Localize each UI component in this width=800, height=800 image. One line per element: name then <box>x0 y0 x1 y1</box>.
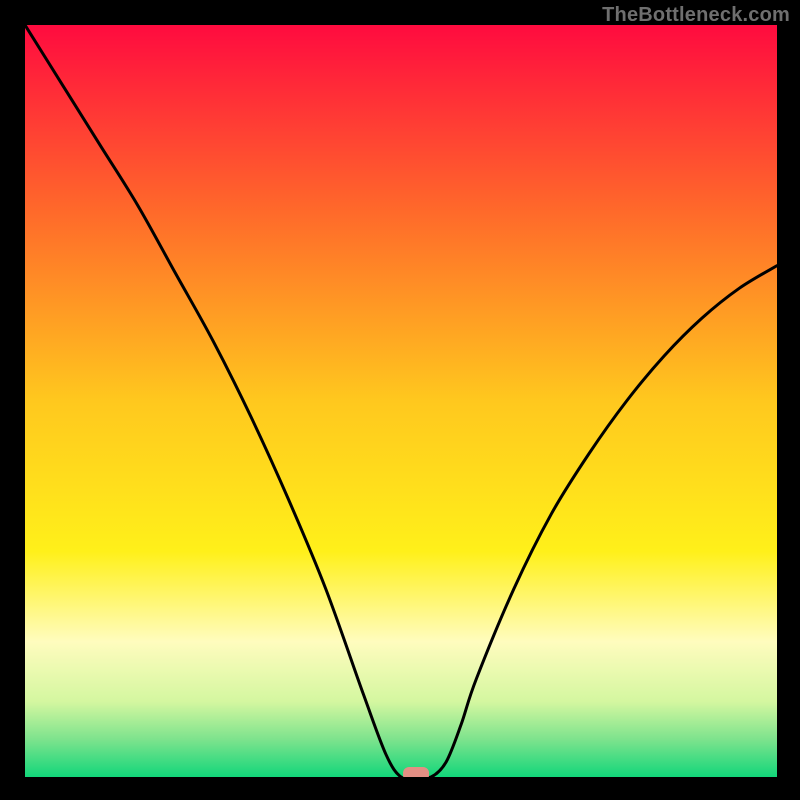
bottleneck-chart <box>25 25 777 777</box>
chart-container: TheBottleneck.com <box>0 0 800 800</box>
watermark-text: TheBottleneck.com <box>602 4 790 27</box>
gradient-background <box>25 25 777 777</box>
optimal-marker <box>403 767 429 777</box>
plot-area <box>25 25 777 777</box>
